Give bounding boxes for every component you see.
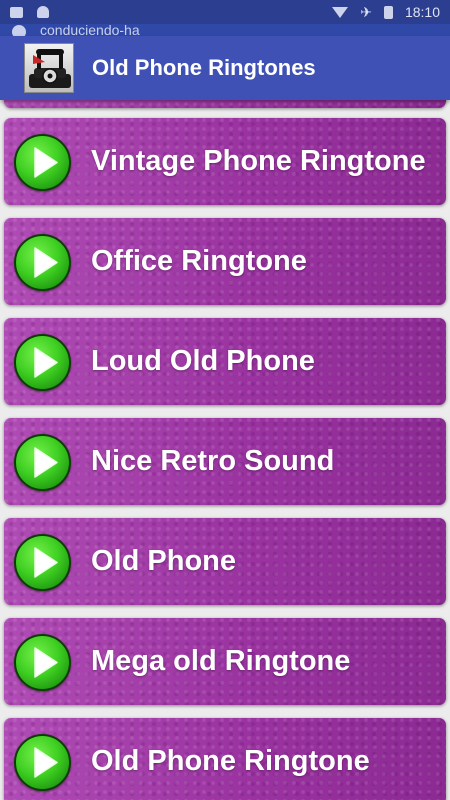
airplane-icon: ✈ xyxy=(360,4,372,20)
status-time: 18:10 xyxy=(404,4,440,20)
ringtone-label: Old Phone xyxy=(91,545,236,577)
ringtone-list[interactable]: Vintage Phone Ringtone Office Ringtone L… xyxy=(0,100,450,800)
ringtone-label: Nice Retro Sound xyxy=(91,445,335,477)
ringtone-item[interactable]: Loud Old Phone xyxy=(4,318,446,405)
play-icon[interactable] xyxy=(14,734,71,791)
status-bar: ✈ 18:10 xyxy=(0,0,450,24)
ringtone-label: Old Phone Ringtone xyxy=(91,745,370,777)
app-bar: Old Phone Ringtones xyxy=(0,36,450,100)
ringtone-item[interactable]: Old Phone xyxy=(4,518,446,605)
ringtone-item[interactable]: Vintage Phone Ringtone xyxy=(4,118,446,205)
ringtone-item[interactable] xyxy=(4,100,446,108)
play-icon[interactable] xyxy=(14,334,71,391)
old-phone-icon xyxy=(24,43,74,93)
play-icon[interactable] xyxy=(14,134,71,191)
play-icon[interactable] xyxy=(14,534,71,591)
play-icon[interactable] xyxy=(14,634,71,691)
wifi-icon xyxy=(332,6,349,18)
ringtone-label: Office Ringtone xyxy=(91,245,307,277)
bell-icon xyxy=(37,6,49,18)
ringtone-item[interactable]: Mega old Ringtone xyxy=(4,618,446,705)
app-title: Old Phone Ringtones xyxy=(92,55,316,80)
play-icon[interactable] xyxy=(14,434,71,491)
battery-icon xyxy=(383,5,393,19)
ringtone-item[interactable]: Nice Retro Sound xyxy=(4,418,446,505)
ringtone-item[interactable]: Old Phone Ringtone xyxy=(4,718,446,800)
ringtone-item[interactable]: Office Ringtone xyxy=(4,218,446,305)
ringtone-label: Vintage Phone Ringtone xyxy=(91,145,426,177)
ringtone-label: Loud Old Phone xyxy=(91,345,315,377)
gallery-icon xyxy=(10,6,23,18)
ringtone-label: Mega old Ringtone xyxy=(91,645,351,677)
play-icon[interactable] xyxy=(14,234,71,291)
